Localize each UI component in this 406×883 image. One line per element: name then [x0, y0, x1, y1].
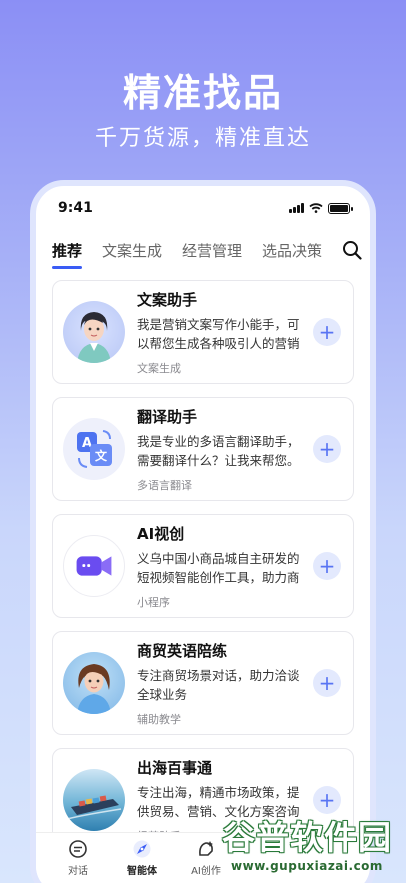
nav-agents[interactable]: 智能体 [110, 839, 174, 877]
tab-product-selection[interactable]: 选品决策 [262, 240, 322, 261]
video-camera-icon [63, 535, 125, 597]
agent-card-copywriting[interactable]: 文案助手 我是营销文案写作小能手，可以帮您生成各种吸引人的营销文案 文案生成 + [52, 280, 354, 384]
watermark-logo: 谷普软件园 www.gupuxiazai.com [212, 807, 402, 877]
hero-title: 精准找品 [122, 71, 283, 115]
add-button[interactable]: + [313, 318, 341, 346]
watermark-text: 谷普软件园 [222, 818, 392, 857]
card-description: 专注商贸场景对话，助力洽谈全球业务 [137, 667, 300, 702]
card-description: 我是专业的多语言翻译助手，需要翻译什么？让我来帮您。 [137, 433, 300, 468]
agent-card-translation[interactable]: A 文 翻译助手 我是专业的多语言翻译助手，需要翻译什么？让我来帮您。 多语言翻… [52, 397, 354, 501]
card-title: 商贸英语陪练 [137, 641, 228, 660]
add-button[interactable]: + [313, 435, 341, 463]
wifi-icon [309, 203, 323, 213]
signal-icon [289, 203, 304, 213]
card-description: 我是营销文案写作小能手，可以帮您生成各种吸引人的营销文案 [137, 316, 300, 351]
english-tutor-avatar [63, 652, 125, 714]
status-icons [289, 202, 353, 214]
card-title: 翻译助手 [137, 407, 198, 426]
card-description: 义乌中国小商品城自主研发的短视频智能创作工具，助力商家 [137, 550, 300, 585]
card-title: 文案助手 [137, 290, 198, 309]
status-time: 9:41 [58, 200, 93, 216]
hero-subtitle: 千万货源，精准直达 [94, 126, 311, 151]
card-body: 商贸英语陪练 专注商贸场景对话，助力洽谈全球业务 辅助教学 [125, 640, 313, 727]
tab-copywriting[interactable]: 文案生成 [102, 240, 162, 261]
card-body: 翻译助手 我是专业的多语言翻译助手，需要翻译什么？让我来帮您。 多语言翻译 [125, 406, 313, 493]
watermark-url: www.gupuxiazai.com [231, 859, 383, 873]
card-body: AI视创 义乌中国小商品城自主研发的短视频智能创作工具，助力商家 小程序 [125, 523, 313, 610]
card-body: 文案助手 我是营销文案写作小能手，可以帮您生成各种吸引人的营销文案 文案生成 [125, 289, 313, 376]
nav-label: 智能体 [127, 865, 157, 877]
card-title: 出海百事通 [137, 758, 213, 777]
tab-recommend[interactable]: 推荐 [52, 240, 83, 269]
search-icon[interactable] [342, 239, 362, 261]
tab-management[interactable]: 经营管理 [182, 240, 242, 261]
translate-icon: A 文 [63, 418, 125, 480]
agent-card-business-english[interactable]: 商贸英语陪练 专注商贸场景对话，助力洽谈全球业务 辅助教学 + [52, 631, 354, 735]
add-button[interactable]: + [313, 669, 341, 697]
phone-mockup: 9:41 推荐 文案生成 经营管理 选品决策 文案助手 我是营销文案写作小能手，… [30, 180, 376, 883]
compass-icon [133, 840, 151, 857]
chat-icon [69, 839, 87, 858]
cargo-ship-avatar [63, 769, 125, 831]
card-tag: 小程序 [137, 595, 170, 609]
category-tabs: 推荐 文案生成 经营管理 选品决策 [36, 230, 370, 270]
add-button[interactable]: + [313, 552, 341, 580]
agent-list: 文案助手 我是营销文案写作小能手，可以帮您生成各种吸引人的营销文案 文案生成 +… [36, 270, 370, 852]
copywriter-avatar [63, 301, 125, 363]
card-tag: 辅助教学 [137, 712, 181, 726]
status-bar: 9:41 [36, 186, 370, 230]
card-title: AI视创 [137, 524, 185, 543]
card-tag: 多语言翻译 [137, 478, 192, 492]
agent-card-ai-video[interactable]: AI视创 义乌中国小商品城自主研发的短视频智能创作工具，助力商家 小程序 + [52, 514, 354, 618]
nav-label: 对话 [68, 865, 88, 877]
battery-icon [328, 202, 353, 214]
nav-chat[interactable]: 对话 [46, 839, 110, 877]
card-tag: 文案生成 [137, 361, 181, 375]
svg-text:文: 文 [95, 448, 108, 463]
